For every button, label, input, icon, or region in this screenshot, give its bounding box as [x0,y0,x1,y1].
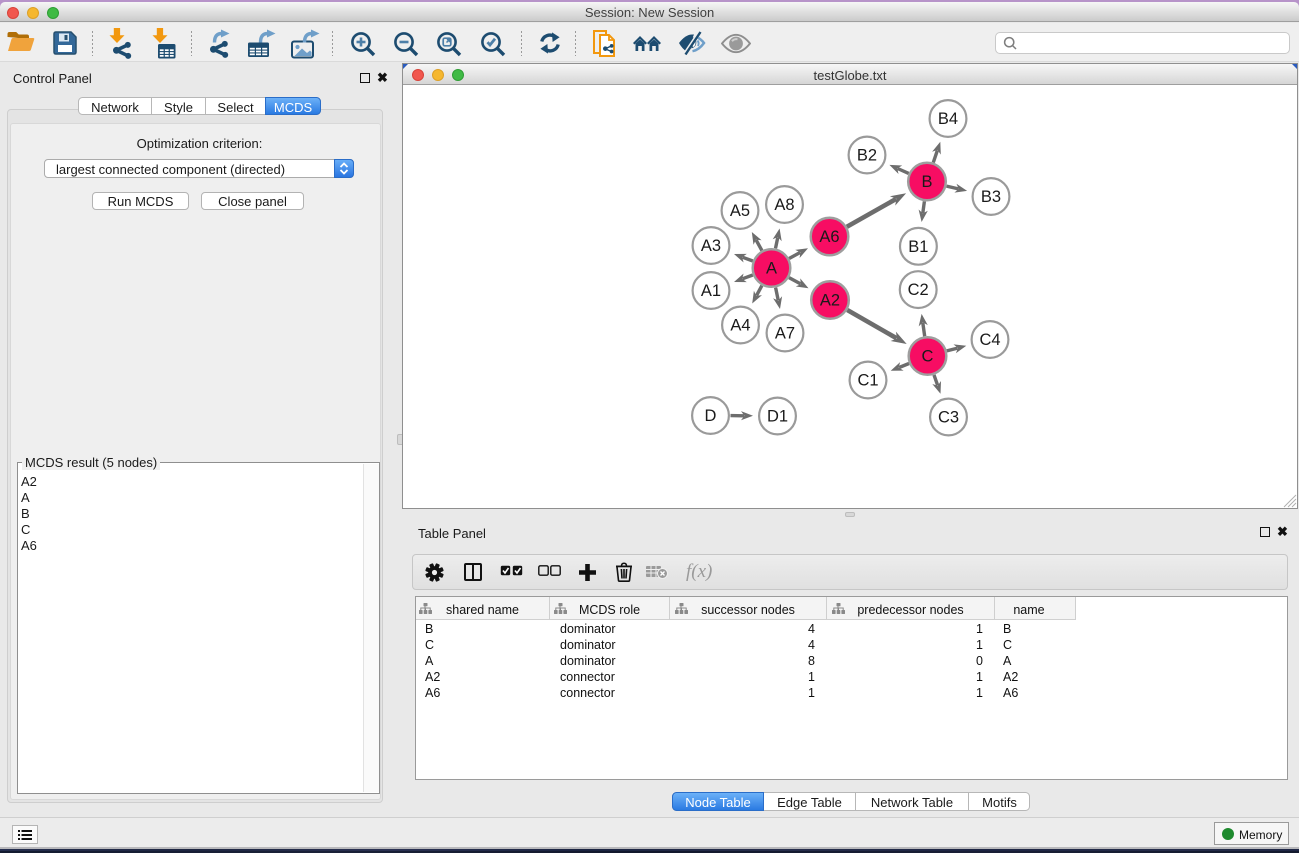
svg-text:B4: B4 [938,110,958,128]
svg-text:C2: C2 [908,281,929,299]
svg-text:C1: C1 [857,372,878,390]
svg-text:B2: B2 [857,147,877,165]
svg-text:A4: A4 [730,317,750,335]
svg-text:A2: A2 [820,292,840,310]
svg-text:B1: B1 [908,238,928,256]
svg-text:A7: A7 [775,325,795,343]
svg-text:A6: A6 [819,228,839,246]
svg-text:D1: D1 [767,408,788,426]
svg-text:A1: A1 [701,282,721,300]
svg-text:B: B [921,173,932,191]
svg-text:D: D [705,407,717,425]
svg-text:C3: C3 [938,409,959,427]
svg-text:C4: C4 [979,331,1000,349]
svg-text:A5: A5 [730,202,750,220]
svg-text:A: A [766,260,777,278]
svg-text:A8: A8 [774,196,794,214]
svg-text:C: C [922,348,934,366]
svg-text:A3: A3 [701,237,721,255]
svg-text:B3: B3 [981,188,1001,206]
